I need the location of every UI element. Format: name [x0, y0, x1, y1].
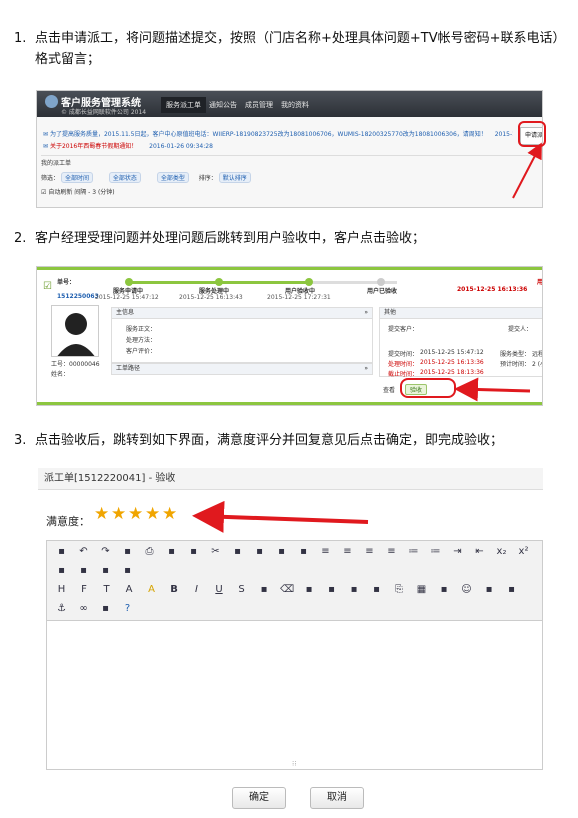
annotation-arrows [192, 142, 542, 533]
arrow-to-stars [192, 500, 369, 533]
arrow-to-apply [512, 142, 542, 199]
arrow-to-accept [454, 377, 531, 402]
